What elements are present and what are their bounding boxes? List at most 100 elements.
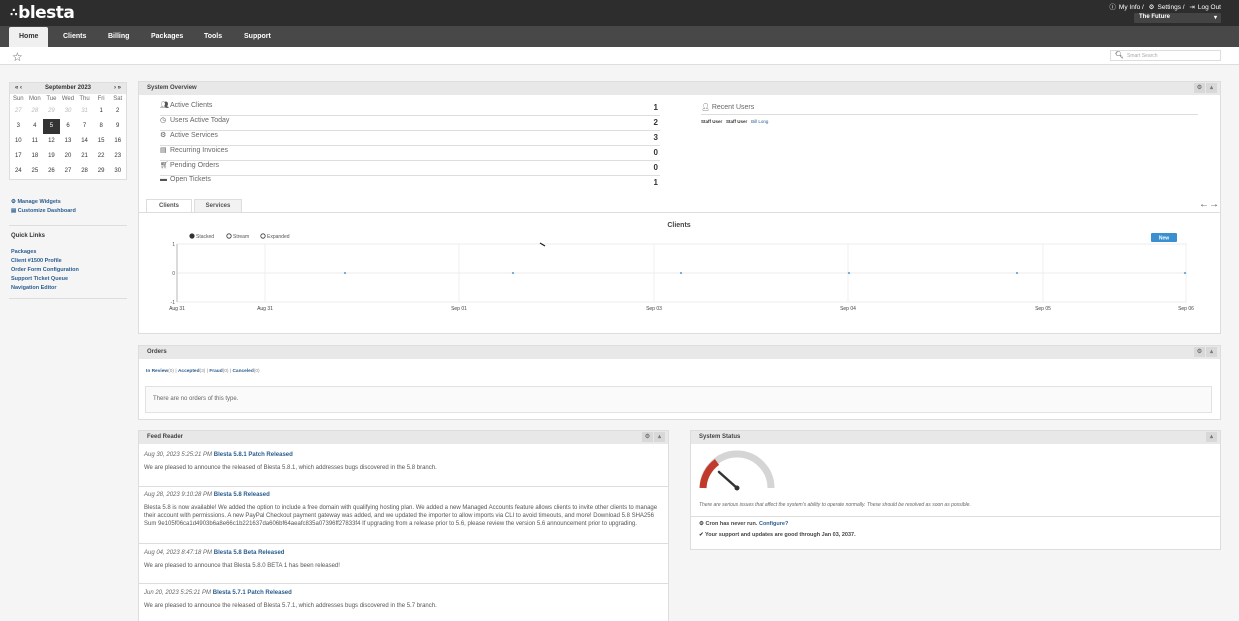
widget-links: ⚙ Manage Widgets ▤ Customize Dashboard	[11, 199, 121, 217]
collapse-icon[interactable]: ▴	[654, 432, 665, 442]
calendar-day[interactable]: 12	[43, 134, 60, 149]
dashboard-icon: ▤	[11, 208, 18, 214]
collapse-icon[interactable]: ▴	[1206, 347, 1217, 357]
feed-title-link[interactable]: Blesta 5.7.1 Patch Released	[213, 590, 292, 596]
calendar-day[interactable]: 16	[109, 134, 126, 149]
tab-billing[interactable]: Billing	[108, 33, 129, 40]
gear-icon[interactable]: ⚙	[1194, 83, 1205, 93]
stat-row[interactable]: 🛒︎Pending Orders 0	[160, 161, 660, 176]
calendar-day[interactable]: 24	[10, 164, 27, 179]
calendar-day[interactable]: 2	[109, 104, 126, 119]
stat-row[interactable]: ▤ Recurring Invoices 0	[160, 146, 660, 161]
feed-title-link[interactable]: Blesta 5.8.1 Patch Released	[214, 452, 293, 458]
calendar-day[interactable]: 11	[27, 134, 44, 149]
calendar-next[interactable]: › »	[114, 85, 121, 91]
x-tick-label: Sep 04	[840, 306, 856, 312]
stat-row[interactable]: ◷ Users Active Today 2	[160, 116, 660, 131]
logout-link[interactable]: Log Out	[1198, 4, 1221, 11]
stat-row[interactable]: ▬ Open Tickets 1	[160, 176, 660, 191]
calendar: « ‹ September 2023 › » Sun Mon Tue Wed Thu Fr…	[9, 82, 127, 180]
tab-clients-chart[interactable]: Clients	[146, 199, 192, 212]
quick-link[interactable]: Navigation Editor	[11, 285, 121, 294]
blesta-logo[interactable]: ∴blesta	[10, 3, 75, 23]
calendar-day[interactable]: 4	[27, 119, 44, 134]
calendar-day[interactable]: 30	[109, 164, 126, 179]
calendar-day[interactable]: 30	[60, 104, 77, 119]
star-icon[interactable]: ☆	[12, 50, 23, 64]
filter-count: (0)	[253, 369, 260, 374]
panel-title: Feed Reader	[147, 434, 184, 440]
feed-title-link[interactable]: Blesta 5.8 Released	[214, 492, 270, 498]
tab-home[interactable]: Home	[9, 27, 49, 47]
calendar-day[interactable]: 15	[93, 134, 110, 149]
gear-icon[interactable]: ⚙	[1194, 347, 1205, 357]
data-point	[847, 271, 851, 275]
quick-link[interactable]: Support Ticket Queue	[11, 276, 121, 285]
x-tick-label: Sep 05	[1035, 306, 1051, 312]
calendar-day[interactable]: 27	[60, 164, 77, 179]
calendar-day[interactable]: 22	[93, 149, 110, 164]
collapse-icon[interactable]: ▴	[1206, 83, 1217, 93]
calendar-day[interactable]: 1	[93, 104, 110, 119]
calendar-day[interactable]: 28	[76, 164, 93, 179]
settings-link[interactable]: Settings	[1157, 4, 1181, 11]
recent-user-link[interactable]: Bill Long	[751, 119, 768, 124]
calendar-day[interactable]: 28	[27, 104, 44, 119]
data-point	[1015, 271, 1019, 275]
filter-fraud[interactable]: Fraud	[209, 369, 222, 374]
stat-value: 0	[653, 148, 658, 157]
tab-support[interactable]: Support	[244, 33, 271, 40]
calendar-day[interactable]: 8	[93, 119, 110, 134]
calendar-day[interactable]: 21	[76, 149, 93, 164]
calendar-day[interactable]: 13	[60, 134, 77, 149]
tab-tools[interactable]: Tools	[204, 33, 222, 40]
feed-item: Jun 20, 2023 5:25:21 PM Blesta 5.7.1 Pat…	[144, 590, 664, 610]
stat-label: Users Active Today	[170, 117, 230, 124]
calendar-day[interactable]: 25	[27, 164, 44, 179]
arrow-right-icon[interactable]: →	[1209, 199, 1219, 210]
manage-widgets-label: Manage Widgets	[17, 199, 61, 205]
calendar-day[interactable]: 6	[60, 119, 77, 134]
calendar-day[interactable]: 14	[76, 134, 93, 149]
filter-accepted[interactable]: Accepted	[178, 369, 200, 374]
calendar-day[interactable]: 29	[93, 164, 110, 179]
calendar-day[interactable]: 31	[76, 104, 93, 119]
calendar-day[interactable]: 10	[10, 134, 27, 149]
stat-row[interactable]: 👥︎Active Clients 1	[160, 101, 660, 116]
gear-icon[interactable]: ⚙	[642, 432, 653, 442]
calendar-day[interactable]: 20	[60, 149, 77, 164]
calendar-day[interactable]: 5	[43, 119, 60, 134]
calendar-day[interactable]: 3	[10, 119, 27, 134]
calendar-day[interactable]: 27	[10, 104, 27, 119]
tab-clients[interactable]: Clients	[63, 33, 86, 40]
calendar-prev[interactable]: « ‹	[15, 85, 22, 91]
calendar-day[interactable]: 29	[43, 104, 60, 119]
calendar-day[interactable]: 23	[109, 149, 126, 164]
quick-link[interactable]: Order Form Configuration	[11, 267, 121, 276]
data-point	[679, 271, 683, 275]
calendar-day[interactable]: 19	[43, 149, 60, 164]
quick-link[interactable]: Client #1500 Profile	[11, 258, 121, 267]
quick-link[interactable]: Packages	[11, 249, 121, 258]
arrow-left-icon[interactable]: ←	[1199, 199, 1209, 210]
calendar-day[interactable]: 18	[27, 149, 44, 164]
calendar-day[interactable]: 9	[109, 119, 126, 134]
filter-in-review[interactable]: In Review	[146, 369, 168, 374]
tab-services-chart[interactable]: Services	[194, 199, 242, 212]
configure-link[interactable]: Configure?	[759, 521, 788, 527]
manage-widgets-link[interactable]: ⚙ Manage Widgets	[11, 199, 121, 208]
my-info-link[interactable]: My Info	[1119, 4, 1140, 11]
tab-packages[interactable]: Packages	[151, 33, 183, 40]
calendar-day[interactable]: 26	[43, 164, 60, 179]
calendar-day[interactable]: 17	[10, 149, 27, 164]
stat-row[interactable]: ⚙ Active Services 3	[160, 131, 660, 146]
search-input[interactable]: 🔍︎ Smart Search	[1110, 50, 1221, 61]
calendar-day[interactable]: 7	[76, 119, 93, 134]
feed-item: Aug 30, 2023 5:25:21 PM Blesta 5.8.1 Pat…	[144, 452, 664, 472]
panel-title: System Status	[699, 434, 741, 440]
company-select[interactable]: The Future ▾	[1134, 13, 1221, 23]
collapse-icon[interactable]: ▴	[1206, 432, 1217, 442]
customize-dashboard-link[interactable]: ▤ Customize Dashboard	[11, 208, 121, 217]
feed-title-link[interactable]: Blesta 5.8 Beta Released	[214, 550, 285, 556]
filter-canceled[interactable]: Canceled	[232, 369, 253, 374]
